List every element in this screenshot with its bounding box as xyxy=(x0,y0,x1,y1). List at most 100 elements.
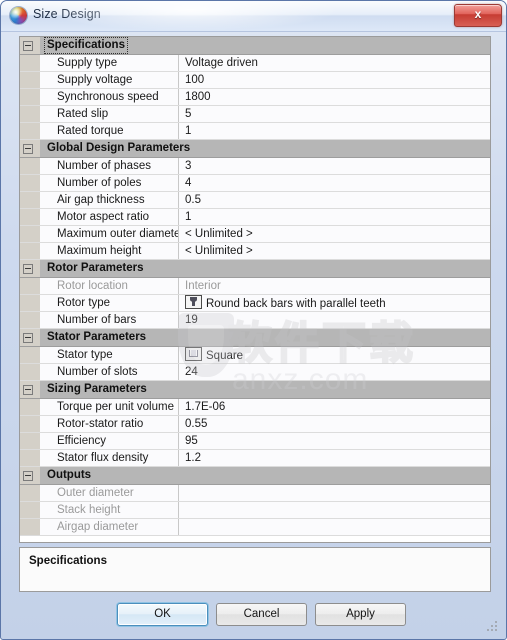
collapse-icon[interactable] xyxy=(23,385,33,395)
property-value[interactable]: 19 xyxy=(180,312,490,328)
property-label: Maximum height xyxy=(40,243,179,259)
apply-button[interactable]: Apply xyxy=(315,603,406,626)
window-title: Size Design xyxy=(33,7,101,21)
property-row[interactable]: Airgap diameter xyxy=(20,519,490,536)
property-value[interactable]: < Unlimited > xyxy=(180,243,490,259)
property-value[interactable]: 4 xyxy=(180,175,490,191)
property-value-text: < Unlimited > xyxy=(185,228,253,240)
category-title: Sizing Parameters xyxy=(47,383,147,395)
gutter xyxy=(20,450,41,466)
gutter xyxy=(20,123,41,139)
property-value[interactable]: 24 xyxy=(180,364,490,380)
property-row[interactable]: Torque per unit volume 1.7E-06 xyxy=(20,399,490,416)
size-design-dialog: Size Design x Specifications Supply type V… xyxy=(0,0,507,640)
property-label: Synchronous speed xyxy=(40,89,179,105)
property-label: Supply type xyxy=(40,55,179,71)
category-header[interactable]: Sizing Parameters xyxy=(20,381,490,399)
property-value[interactable]: 1 xyxy=(180,209,490,225)
property-value[interactable]: Round back bars with parallel teeth xyxy=(180,295,490,311)
cancel-button[interactable]: Cancel xyxy=(216,603,307,626)
property-value[interactable]: 1 xyxy=(180,123,490,139)
category-header[interactable]: Outputs xyxy=(20,467,490,485)
gutter xyxy=(20,364,41,380)
property-value-text: Round back bars with parallel teeth xyxy=(206,298,386,310)
property-value[interactable] xyxy=(180,485,490,501)
property-value[interactable]: < Unlimited > xyxy=(180,226,490,242)
property-label: Number of bars xyxy=(40,312,179,328)
category-title: Rotor Parameters xyxy=(47,262,144,274)
category-title: Specifications xyxy=(44,37,128,54)
collapse-icon[interactable] xyxy=(23,144,33,154)
property-value-text: 24 xyxy=(185,366,198,378)
property-value[interactable]: 1800 xyxy=(180,89,490,105)
property-value-text: 100 xyxy=(185,74,205,86)
property-row[interactable]: Rotor type Round back bars with parallel … xyxy=(20,295,490,312)
property-row[interactable]: Maximum height < Unlimited > xyxy=(20,243,490,260)
property-row[interactable]: Outer diameter xyxy=(20,485,490,502)
property-value[interactable]: 0.55 xyxy=(180,416,490,432)
ok-button[interactable]: OK xyxy=(117,603,208,626)
gutter xyxy=(20,399,41,415)
property-row[interactable]: Stator flux density 1.2 xyxy=(20,450,490,467)
gutter xyxy=(20,209,41,225)
property-value[interactable]: 95 xyxy=(180,433,490,449)
property-row[interactable]: Motor aspect ratio 1 xyxy=(20,209,490,226)
property-row[interactable]: Number of slots 24 xyxy=(20,364,490,381)
property-value[interactable]: Interior xyxy=(180,278,490,294)
property-value-text: Voltage driven xyxy=(185,57,258,69)
category-title: Global Design Parameters xyxy=(47,142,191,154)
property-grid[interactable]: Specifications Supply type Voltage driven S… xyxy=(19,36,491,543)
property-value[interactable]: 1.2 xyxy=(180,450,490,466)
property-row[interactable]: Stack height xyxy=(20,502,490,519)
dialog-client-area: Specifications Supply type Voltage driven S… xyxy=(7,31,502,635)
gutter xyxy=(20,226,41,242)
property-value[interactable]: 3 xyxy=(180,158,490,174)
property-row[interactable]: Number of poles 4 xyxy=(20,175,490,192)
property-label: Outer diameter xyxy=(40,485,179,501)
property-row[interactable]: Rotor location Interior xyxy=(20,278,490,295)
property-value[interactable]: 5 xyxy=(180,106,490,122)
close-button[interactable]: x xyxy=(454,4,502,27)
close-icon: x xyxy=(474,7,482,21)
property-value[interactable]: 0.5 xyxy=(180,192,490,208)
category-header[interactable]: Global Design Parameters xyxy=(20,140,490,158)
gutter xyxy=(20,416,41,432)
property-row[interactable]: Synchronous speed 1800 xyxy=(20,89,490,106)
collapse-icon[interactable] xyxy=(23,471,33,481)
category-title: Stator Parameters xyxy=(47,331,147,343)
property-row[interactable]: Number of bars 19 xyxy=(20,312,490,329)
property-value[interactable]: 100 xyxy=(180,72,490,88)
collapse-icon[interactable] xyxy=(23,333,33,343)
property-row[interactable]: Maximum outer diameter < Unlimited > xyxy=(20,226,490,243)
property-row[interactable]: Efficiency 95 xyxy=(20,433,490,450)
property-label: Torque per unit volume xyxy=(40,399,179,415)
property-row[interactable]: Supply type Voltage driven xyxy=(20,55,490,72)
property-row[interactable]: Rotor-stator ratio 0.55 xyxy=(20,416,490,433)
property-value-text: 1 xyxy=(185,211,192,223)
property-value-text: 0.55 xyxy=(185,418,208,430)
property-row[interactable]: Stator type Square xyxy=(20,347,490,364)
collapse-icon[interactable] xyxy=(23,41,33,51)
property-row[interactable]: Number of phases 3 xyxy=(20,158,490,175)
category-header[interactable]: Specifications xyxy=(20,37,490,55)
property-value[interactable] xyxy=(180,502,490,518)
property-row[interactable]: Air gap thickness 0.5 xyxy=(20,192,490,209)
property-row[interactable]: Rated slip 5 xyxy=(20,106,490,123)
gutter xyxy=(20,55,41,71)
collapse-icon[interactable] xyxy=(23,264,33,274)
category-header[interactable]: Stator Parameters xyxy=(20,329,490,347)
property-value-text: 3 xyxy=(185,160,192,172)
property-value[interactable] xyxy=(180,519,490,535)
gutter xyxy=(20,106,41,122)
property-value[interactable]: Square xyxy=(180,347,490,363)
property-value-text: 1 xyxy=(185,125,192,137)
category-header[interactable]: Rotor Parameters xyxy=(20,260,490,278)
gutter xyxy=(20,243,41,259)
property-value[interactable]: Voltage driven xyxy=(180,55,490,71)
property-label: Rotor-stator ratio xyxy=(40,416,179,432)
gutter xyxy=(20,89,41,105)
property-row[interactable]: Rated torque 1 xyxy=(20,123,490,140)
resize-grip[interactable] xyxy=(487,621,499,633)
property-row[interactable]: Supply voltage 100 xyxy=(20,72,490,89)
property-value[interactable]: 1.7E-06 xyxy=(180,399,490,415)
